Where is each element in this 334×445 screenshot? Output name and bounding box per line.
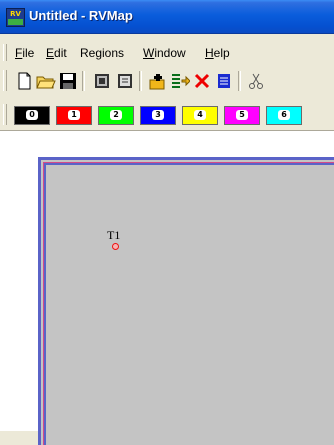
region-4-button[interactable]: 4: [182, 106, 218, 125]
target-label: T1: [107, 228, 121, 242]
view-list-icon: [118, 74, 132, 88]
save-button[interactable]: [58, 71, 78, 91]
region-0-badge: 0: [26, 110, 38, 120]
menu-edit-rest: dit: [54, 46, 67, 60]
target-marker[interactable]: [112, 243, 119, 250]
region-5-button[interactable]: 5: [224, 106, 260, 125]
menu-file[interactable]: File: [15, 46, 34, 60]
menu-regions[interactable]: Regions: [80, 46, 124, 60]
menu-edit[interactable]: Edit: [46, 46, 67, 60]
menu-help-rest: elp: [213, 46, 230, 60]
region-0-button[interactable]: 0: [14, 106, 50, 125]
region-2-button[interactable]: 2: [98, 106, 134, 125]
toolbar-separator: [139, 71, 142, 91]
toolbar-separator: [82, 71, 85, 91]
map-canvas[interactable]: [0, 130, 334, 445]
menu-file-rest: ile: [22, 46, 35, 60]
delete-icon: [194, 73, 210, 89]
region-5-badge: 5: [236, 110, 248, 120]
menu-help[interactable]: Help: [205, 46, 230, 60]
table-button[interactable]: [214, 71, 234, 91]
region-3-button[interactable]: 3: [140, 106, 176, 125]
region-3-badge: 3: [152, 110, 164, 120]
standard-toolbar: [0, 66, 334, 96]
window-title: Untitled - RVMap: [29, 8, 133, 23]
cut-button[interactable]: [246, 71, 266, 91]
open-folder-icon: [36, 76, 56, 89]
menu-window-rest: indow: [154, 46, 186, 60]
toolbar-grip-handle[interactable]: [3, 104, 7, 125]
view-grid-button[interactable]: [92, 71, 112, 91]
app-icon-text: RV: [10, 10, 21, 18]
map-region-frame[interactable]: [38, 157, 334, 445]
region-1-badge: 1: [68, 110, 80, 120]
region-6-button[interactable]: 6: [266, 106, 302, 125]
regions-toolbar: 0 1 2 3 4 5 6: [0, 100, 334, 130]
menu-window-mnemonic: W: [143, 46, 155, 60]
new-button[interactable]: [14, 71, 34, 91]
menu-window[interactable]: Window: [143, 46, 186, 60]
cut-icon: [249, 73, 263, 89]
view-list-button[interactable]: [115, 71, 135, 91]
toolbar-separator: [238, 71, 241, 91]
menu-bar: File Edit Regions Window Help: [0, 41, 334, 64]
region-2-badge: 2: [110, 110, 122, 120]
new-icon: [18, 72, 31, 90]
region-4-badge: 4: [194, 110, 206, 120]
menu-edit-mnemonic: E: [46, 46, 55, 60]
view-grid-icon: [95, 74, 109, 88]
insert-button[interactable]: [170, 71, 190, 91]
delete-button[interactable]: [192, 71, 212, 91]
rvmap-app-icon[interactable]: RV: [6, 8, 25, 27]
add-target-icon: [149, 74, 165, 90]
table-icon: [218, 74, 230, 88]
add-target-button[interactable]: [148, 71, 168, 91]
menu-grip-handle[interactable]: [3, 44, 7, 61]
toolbar-grip-handle[interactable]: [3, 70, 7, 91]
region-1-button[interactable]: 1: [56, 106, 92, 125]
open-button[interactable]: [36, 71, 56, 91]
insert-icon: [172, 74, 190, 88]
menu-help-mnemonic: H: [205, 46, 214, 60]
app-icon-base: [8, 19, 23, 25]
save-icon: [60, 73, 76, 89]
title-bar[interactable]: RV Untitled - RVMap: [0, 0, 334, 34]
region-6-badge: 6: [278, 110, 290, 120]
